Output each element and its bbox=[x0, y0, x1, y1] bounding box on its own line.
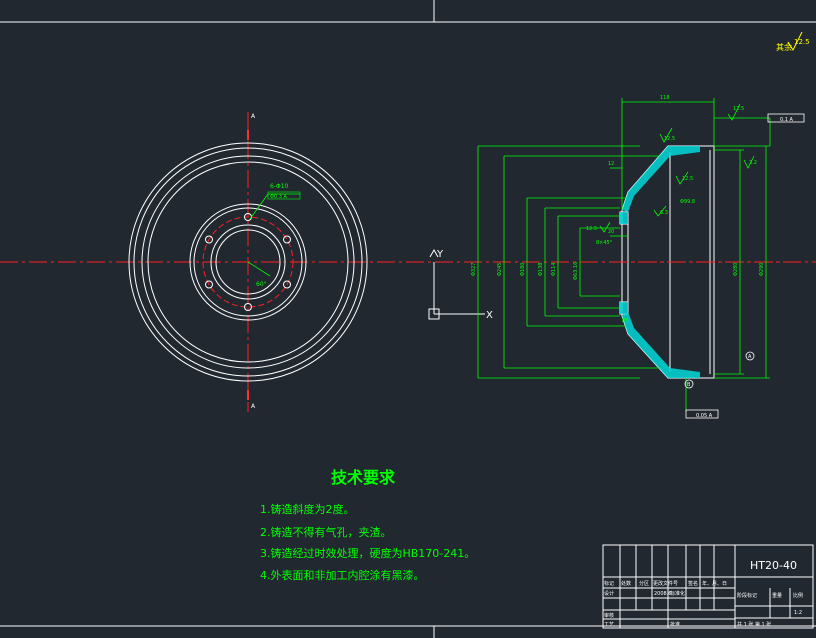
dim-top: 118 bbox=[660, 95, 670, 101]
dia-outer-left: Φ327 bbox=[471, 263, 477, 276]
tb-review: 审核 bbox=[604, 612, 614, 619]
tb-r1-c5: 签名 bbox=[688, 580, 698, 587]
material-label: HT20-40 bbox=[750, 559, 797, 572]
requirement-2: 2.铸造不得有气孔，夹渣。 bbox=[260, 525, 392, 539]
radius-label: R5 bbox=[622, 318, 629, 324]
requirement-3: 3.铸造经过时效处理，硬度为HB170-241。 bbox=[260, 546, 475, 560]
roughness-4: 12.5 bbox=[586, 226, 597, 232]
dia-2: Φ245 bbox=[497, 263, 503, 276]
tb-sheets: 共 1 张 第 1 张 bbox=[737, 621, 771, 628]
note-left: 8×45° bbox=[596, 240, 613, 246]
tb-r2-c3: 标准化 bbox=[670, 590, 685, 597]
dia-right-2: Φ290 bbox=[759, 263, 765, 276]
hole-callout-text: 6-Φ10 bbox=[270, 183, 289, 190]
axis-x-label: X bbox=[486, 310, 493, 321]
roughness-1: 12.5 bbox=[664, 136, 675, 142]
tb-r1-c1: 标记 bbox=[604, 580, 614, 587]
tb-r1-c4: 更改文件号 bbox=[653, 580, 678, 587]
callout-b: B bbox=[687, 382, 691, 388]
requirements-title: 技术要求 bbox=[331, 468, 396, 487]
roughness-3: 3.2 bbox=[749, 160, 757, 166]
requirement-4: 4.外表面和非加工内腔涂有黑漆。 bbox=[260, 568, 425, 582]
tb-scale-label: 比例 bbox=[793, 592, 803, 599]
dia-4: Φ138 bbox=[538, 263, 544, 276]
dia-5: Φ114 bbox=[551, 263, 557, 276]
roughness-corner-value: 12.5 bbox=[794, 38, 810, 46]
tb-stage-label: 阶段标记 bbox=[737, 592, 757, 599]
roughness-2: 12.5 bbox=[733, 106, 744, 112]
roughness-6: 12.5 bbox=[682, 176, 693, 182]
title-block-row1: 标记 处数 分区 更改文件号 签名 年、月、日 bbox=[604, 580, 727, 587]
requirement-1: 1.铸造斜度为2度。 bbox=[260, 502, 355, 516]
hole-tolerance-frame: Φ0.3 A bbox=[270, 194, 287, 200]
tb-r1-c2: 处数 bbox=[621, 580, 631, 587]
roughness-other-label: 其余 bbox=[776, 42, 792, 52]
tb-scale-value: 1:2 bbox=[794, 610, 802, 616]
roughness-5: 6.3 bbox=[660, 210, 668, 216]
dim-mid-small: 20 bbox=[608, 229, 614, 235]
tb-approve: 批准 bbox=[670, 621, 680, 628]
tb-r2-c2: 2008.6 bbox=[654, 591, 672, 597]
tb-r1-c3: 分区 bbox=[639, 580, 649, 587]
dim-left-small: 12 bbox=[608, 161, 614, 167]
dia-right-1: Φ280 bbox=[733, 263, 739, 276]
runout-top-text: 0.1 A bbox=[780, 117, 794, 123]
tb-r1-c6: 年、月、日 bbox=[702, 580, 727, 587]
dia-3: Φ180 bbox=[520, 263, 526, 276]
axis-y-label: Y bbox=[436, 249, 444, 260]
tb-r2-c1: 设计 bbox=[604, 590, 614, 597]
dia-6: Φ63.16 bbox=[573, 262, 579, 280]
cad-drawing-canvas: 12.5 其余 A A 6-Φ10 Φ0.3 A 60° Y X Φ327 Φ2… bbox=[0, 0, 816, 638]
runout-bottom-text: 0.05 A bbox=[696, 413, 713, 419]
tb-weight-label: 重量 bbox=[772, 592, 782, 599]
canvas-background bbox=[0, 0, 816, 638]
tb-process: 工艺 bbox=[604, 622, 614, 628]
note-mid: Φ99.8 bbox=[680, 199, 695, 205]
angle-label: 60° bbox=[256, 281, 267, 288]
callout-a: A bbox=[748, 354, 752, 360]
